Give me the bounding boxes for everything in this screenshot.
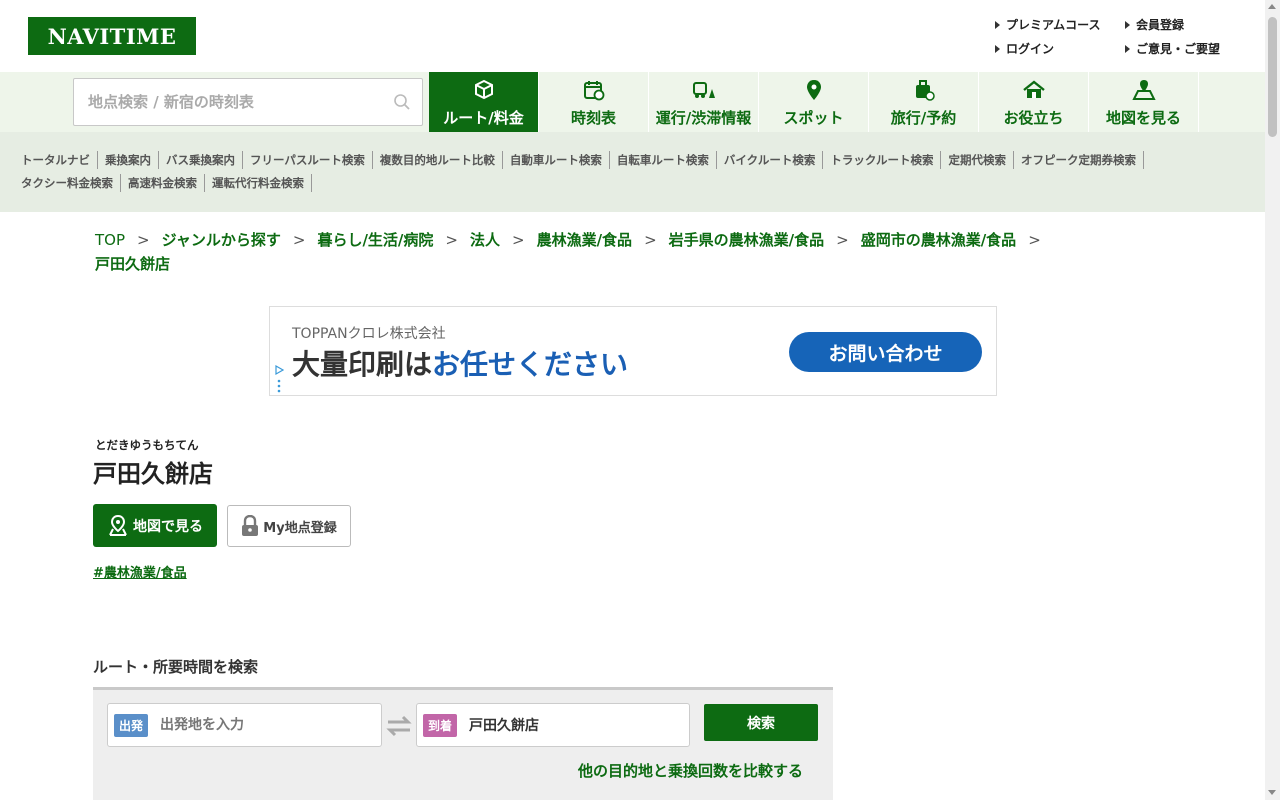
sub-nav-link[interactable]: 高速料金検索 <box>121 173 205 192</box>
sub-nav-link[interactable]: バイクルート検索 <box>717 150 824 169</box>
ad-company: TOPPANクロレ株式会社 <box>292 326 446 342</box>
breadcrumb-link[interactable]: ジャンルから探す <box>162 231 281 249</box>
departure-badge: 出発 <box>114 713 148 737</box>
spot-name-kana: とだきゆうもちてん <box>95 438 199 452</box>
nav-tab-map[interactable]: 地図を見る <box>1089 72 1199 132</box>
house-icon <box>1022 78 1046 102</box>
search-icon[interactable] <box>382 79 422 125</box>
route-search-button[interactable]: 検索 <box>704 704 818 741</box>
sub-nav-link[interactable]: トータルナビ <box>14 150 98 169</box>
sub-nav-link[interactable]: 乗換案内 <box>98 150 159 169</box>
vertical-scrollbar[interactable] <box>1265 0 1280 800</box>
breadcrumb-separator: > <box>445 231 458 249</box>
departure-field: 出発 <box>107 703 382 747</box>
ad-choices-icon[interactable] <box>274 364 285 393</box>
nav-tab-traffic-info[interactable]: 運行/渋滞情報 <box>649 72 759 132</box>
triangle-right-icon <box>1125 20 1130 29</box>
breadcrumb-link[interactable]: 農林漁業/食品 <box>537 231 632 249</box>
breadcrumb-separator: > <box>137 231 150 249</box>
sub-nav-link[interactable]: フリーパスルート検索 <box>243 150 373 169</box>
arrival-input[interactable] <box>469 717 659 733</box>
breadcrumb-link[interactable]: 法人 <box>470 231 500 249</box>
breadcrumb-separator: > <box>292 231 306 249</box>
breadcrumb-separator: > <box>644 231 657 249</box>
breadcrumb-link[interactable]: 暮らし/生活/病院 <box>317 231 433 249</box>
nav-tab-spot[interactable]: スポット <box>759 72 869 132</box>
route-search-heading: ルート・所要時間を検索 <box>93 658 259 676</box>
sub-nav-link[interactable]: 自転車ルート検索 <box>610 150 717 169</box>
arrival-field: 到着 <box>416 703 690 747</box>
departure-input[interactable] <box>160 717 350 733</box>
map-pin-icon <box>107 514 129 537</box>
header-links: プレミアムコース 会員登録 ログイン ご意見・ご要望 <box>995 13 1255 61</box>
breadcrumb-link[interactable]: 岩手県の農林漁業/食品 <box>669 231 824 249</box>
spot-search-box <box>73 78 423 126</box>
sub-nav-row: トータルナビ 乗換案内 バス乗換案内 フリーパスルート検索 複数目的地ルート比較… <box>14 148 1265 171</box>
breadcrumb-link[interactable]: 盛岡市の農林漁業/食品 <box>861 231 1016 249</box>
breadcrumb-link[interactable]: TOP <box>95 231 125 249</box>
swap-icon[interactable] <box>385 712 413 740</box>
breadcrumb: TOP > ジャンルから探す > 暮らし/生活/病院 > 法人 > 農林漁業/食品 > 岩手県の農林… <box>95 228 1145 276</box>
timetable-icon <box>582 78 606 102</box>
sub-nav-link[interactable]: タクシー料金検索 <box>14 173 121 192</box>
my-spot-register-button[interactable]: My地点登録 <box>227 505 351 547</box>
member-register-link[interactable]: 会員登録 <box>1125 16 1184 33</box>
triangle-right-icon <box>995 44 1000 53</box>
sub-nav-link[interactable]: 定期代検索 <box>941 150 1014 169</box>
spot-pin-icon <box>802 78 826 102</box>
nav-tab-useful[interactable]: お役立ち <box>979 72 1089 132</box>
nav-tab-route-fare[interactable]: ルート/料金 <box>429 72 539 132</box>
breadcrumb-current[interactable]: 戸田久餅店 <box>95 255 170 273</box>
nav-tab-travel[interactable]: 旅行/予約 <box>869 72 979 132</box>
sub-nav-link[interactable]: トラックルート検索 <box>823 150 942 169</box>
navitime-logo[interactable]: NAVITIME <box>28 17 196 55</box>
compare-destinations-link[interactable]: 他の目的地と乗換回数を比較する <box>578 760 803 781</box>
category-tag[interactable]: #農林漁業/食品 <box>93 562 187 581</box>
breadcrumb-separator: > <box>1028 231 1041 249</box>
triangle-right-icon <box>995 20 1000 29</box>
spot-search-input[interactable] <box>74 79 382 125</box>
scroll-up-icon[interactable] <box>1268 4 1276 9</box>
scroll-down-icon[interactable] <box>1268 790 1276 795</box>
traffic-info-icon <box>692 78 716 102</box>
ad-banner[interactable]: TOPPANクロレ株式会社 大量印刷はお任せください お問い合わせ <box>269 306 997 396</box>
login-link[interactable]: ログイン <box>995 40 1054 57</box>
scrollbar-thumb[interactable] <box>1268 17 1277 137</box>
triangle-right-icon <box>1125 44 1130 53</box>
map-icon <box>1131 78 1156 102</box>
travel-suitcase-icon <box>912 78 936 102</box>
sub-nav-row: タクシー料金検索 高速料金検索 運転代行料金検索 <box>14 171 1265 194</box>
view-on-map-button[interactable]: 地図で見る <box>93 504 217 547</box>
site-header: NAVITIME プレミアムコース 会員登録 ログイン ご意見・ご要望 <box>0 0 1265 72</box>
arrival-badge: 到着 <box>423 713 457 737</box>
sub-nav-link[interactable]: 複数目的地ルート比較 <box>373 150 503 169</box>
sub-nav-link[interactable]: 自動車ルート検索 <box>503 150 610 169</box>
ad-contact-button[interactable]: お問い合わせ <box>789 332 982 372</box>
breadcrumb-separator: > <box>512 231 525 249</box>
page-title: 戸田久餅店 <box>93 460 213 488</box>
premium-course-link[interactable]: プレミアムコース <box>995 16 1101 33</box>
sub-nav-link[interactable]: 運転代行料金検索 <box>205 173 312 192</box>
main-nav: ルート/料金 時刻表 運行/渋滞情報 スポット 旅行/予約 <box>0 72 1265 132</box>
breadcrumb-separator: > <box>836 231 849 249</box>
feedback-link[interactable]: ご意見・ご要望 <box>1125 40 1220 57</box>
sub-nav: トータルナビ 乗換案内 バス乗換案内 フリーパスルート検索 複数目的地ルート比較… <box>0 132 1265 212</box>
route-search-box: 出発 到着 検索 他の目的地と乗換回数を比較する <box>93 687 833 800</box>
route-fare-icon <box>472 78 496 102</box>
nav-tab-timetable[interactable]: 時刻表 <box>539 72 649 132</box>
sub-nav-link[interactable]: バス乗換案内 <box>159 150 243 169</box>
ad-headline: 大量印刷はお任せください <box>292 348 629 381</box>
sub-nav-link[interactable]: オフピーク定期券検索 <box>1014 150 1144 169</box>
nav-tabs: ルート/料金 時刻表 運行/渋滞情報 スポット 旅行/予約 お役立ち 地図を見る <box>429 72 1199 132</box>
lock-icon <box>241 515 259 537</box>
